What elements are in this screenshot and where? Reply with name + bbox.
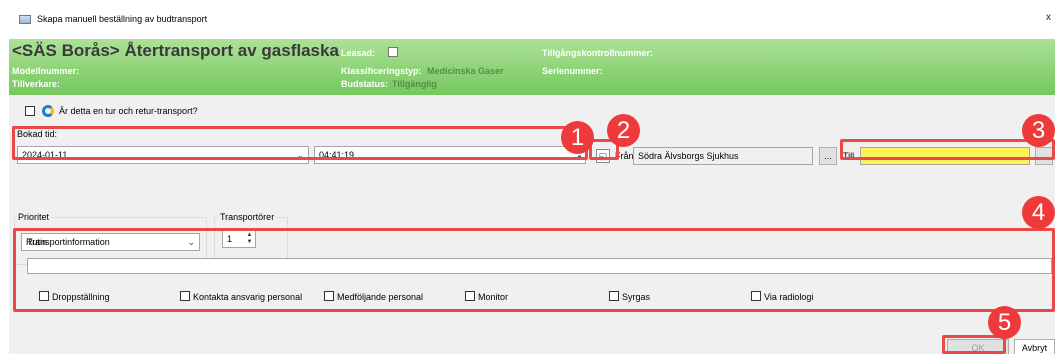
tillgang-label: Tillgångskontrollnummer: <box>542 48 653 58</box>
annotation-box-1 <box>12 126 588 160</box>
budstatus-label: Budstatus: <box>341 79 388 89</box>
tillverkare-label: Tillverkare: <box>12 79 60 89</box>
modell-label: Modellnummer: <box>12 66 80 76</box>
annotation-badge-4: 4 <box>1022 196 1055 229</box>
klass-value: Medicinska Gaser <box>427 66 504 76</box>
window-titlebar: Skapa manuell beställning av budtranspor… <box>0 0 1055 34</box>
prioritet-label: Prioritet <box>16 212 52 222</box>
retur-checkbox[interactable] <box>25 106 35 116</box>
transportorer-label: Transportörer <box>218 212 277 222</box>
fran-field[interactable]: Södra Älvsborgs Sjukhus <box>633 147 813 165</box>
annotation-box-3 <box>840 139 1055 160</box>
annotation-box-5 <box>942 335 1006 354</box>
budstatus-value: Tillgänglig <box>392 79 437 89</box>
retur-label: Är detta en tur och retur-transport? <box>59 106 198 116</box>
avbryt-button[interactable]: Avbryt <box>1014 339 1055 354</box>
fran-browse-button[interactable]: ... <box>819 147 837 165</box>
klass-label: Klassificeringstyp: <box>341 66 422 76</box>
asset-title: <SÄS Borås> Återtransport av gasflaska <box>12 41 339 60</box>
annotation-badge-5: 5 <box>988 306 1021 339</box>
close-icon[interactable]: x <box>1046 12 1051 23</box>
annotation-badge-2: 2 <box>607 114 640 147</box>
serie-label: Serienummer: <box>542 66 603 76</box>
leasad-label: Leasad: <box>341 48 376 58</box>
window-title: Skapa manuell beställning av budtranspor… <box>37 14 208 24</box>
app-icon <box>19 15 31 24</box>
asset-header: <SÄS Borås> Återtransport av gasflaska M… <box>9 39 1055 95</box>
annotation-box-4 <box>13 228 1055 312</box>
annotation-badge-3: 3 <box>1022 114 1055 147</box>
leasad-checkbox <box>388 47 398 57</box>
annotation-badge-1: 1 <box>561 121 594 154</box>
refresh-icon <box>42 105 54 117</box>
